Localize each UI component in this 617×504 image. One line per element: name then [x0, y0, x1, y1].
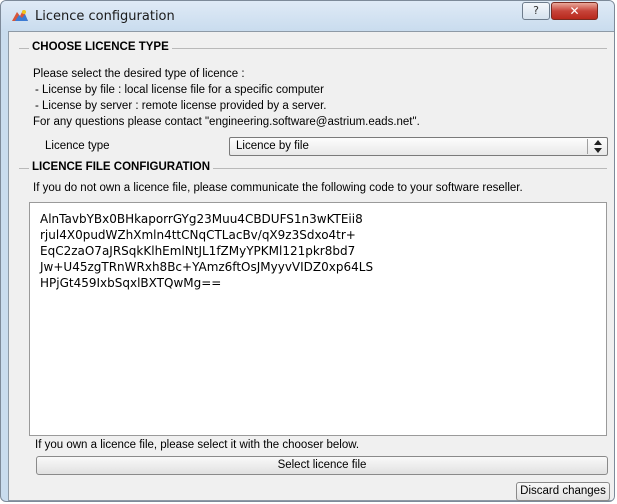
code-line: rjul4X0pudWZhXmln4ttCNqCTLacBv/qX9z3Sdxo…: [40, 228, 356, 242]
discard-changes-button[interactable]: Discard changes: [516, 482, 610, 501]
close-icon: ✕: [569, 4, 580, 18]
licence-file-configuration-title: LICENCE FILE CONFIGURATION: [29, 161, 214, 173]
own-licence-file-text: If you own a licence file, please select…: [35, 439, 360, 451]
title-bar[interactable]: Licence configuration ? ✕: [1, 1, 614, 31]
app-icon: [12, 10, 28, 21]
licence-type-value: Licence by file: [236, 140, 309, 152]
choose-licence-type-title: CHOOSE LICENCE TYPE: [29, 41, 172, 53]
combo-separator: [587, 139, 588, 154]
code-line: Jw+U45zgTRnWRxh8Bc+YAmz6ftOsJMyyvVIDZ0xp…: [40, 260, 374, 274]
licence-code-textarea[interactable]: AlnTavbYBx0BHkaporrGYg23Muu4CBDUFS1n3wKT…: [29, 202, 607, 436]
licence-type-select[interactable]: Licence by file: [229, 137, 608, 156]
code-line: HPjGt459IxbSqxlBXTQwMg==: [40, 276, 222, 290]
select-licence-file-button[interactable]: Select licence file: [36, 456, 608, 475]
contact-text: For any questions please contact "engine…: [33, 116, 420, 128]
help-icon: ?: [533, 4, 539, 17]
choose-licence-type-group: CHOOSE LICENCE TYPE: [19, 41, 607, 53]
option-file-description: - License by file : local license file f…: [35, 84, 324, 96]
licence-type-intro: Please select the desired type of licenc…: [33, 68, 245, 80]
licence-file-configuration-group: LICENCE FILE CONFIGURATION: [19, 161, 607, 173]
dialog-body: CHOOSE LICENCE TYPE Please select the de…: [8, 31, 614, 501]
window-title: Licence configuration: [35, 9, 175, 24]
licence-configuration-window: Licence configuration ? ✕ CHOOSE LICENCE…: [0, 0, 615, 502]
option-server-description: - License by server : remote license pro…: [35, 100, 327, 112]
licence-type-label: Licence type: [45, 140, 110, 152]
code-line: EqC2zaO7aJRSqkKlhEmlNtJL1fZMyYPKMl121pkr…: [40, 244, 356, 258]
licence-code-instructions: If you do not own a licence file, please…: [33, 182, 523, 194]
up-down-arrow-icon: [594, 140, 602, 153]
code-line: AlnTavbYBx0BHkaporrGYg23Muu4CBDUFS1n3wKT…: [40, 212, 363, 226]
help-button[interactable]: ?: [522, 2, 550, 20]
close-button[interactable]: ✕: [551, 2, 598, 20]
